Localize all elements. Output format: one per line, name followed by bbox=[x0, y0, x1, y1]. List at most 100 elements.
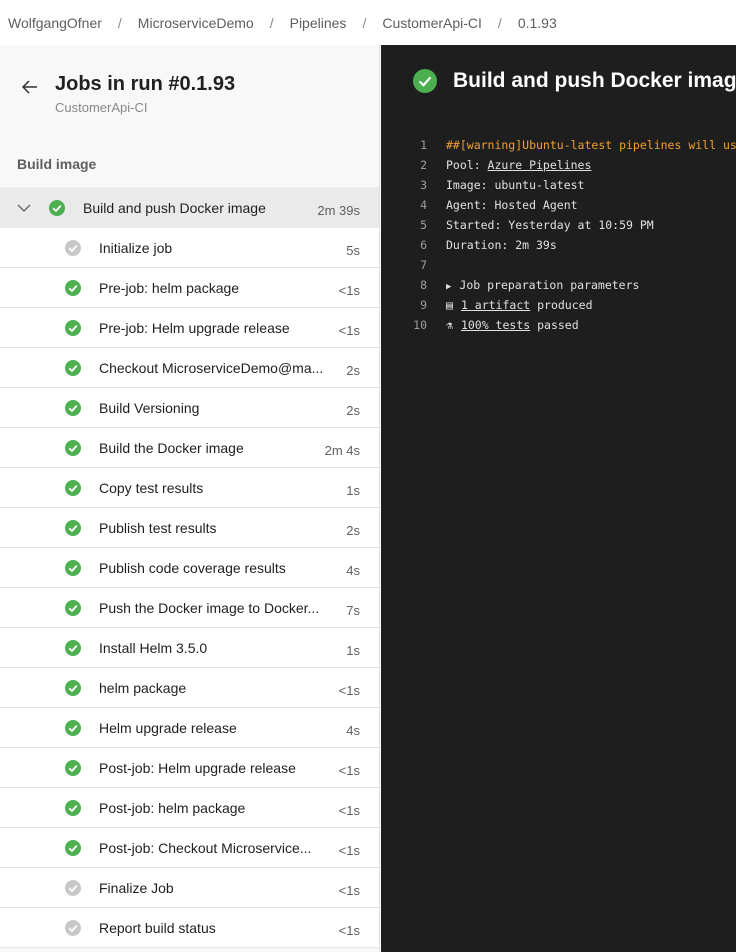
step-duration: 4s bbox=[346, 563, 360, 578]
step-row[interactable]: Post-job: Checkout Microservice... <1s bbox=[0, 828, 379, 868]
success-check-icon bbox=[65, 640, 81, 656]
success-check-icon bbox=[65, 400, 81, 416]
log-line-number: 6 bbox=[420, 238, 427, 252]
success-check-icon bbox=[65, 800, 81, 816]
success-check-icon bbox=[65, 320, 81, 336]
log-line: 2 Pool: Azure Pipelines bbox=[381, 155, 736, 175]
step-row[interactable]: Build Versioning 2s bbox=[0, 388, 379, 428]
step-row[interactable]: helm package <1s bbox=[0, 668, 379, 708]
step-row[interactable]: Install Helm 3.5.0 1s bbox=[0, 628, 379, 668]
step-name: Finalize Job bbox=[99, 880, 174, 896]
log-line-text: ⚗ 100% tests passed bbox=[446, 318, 579, 332]
step-row[interactable]: Initialize job 5s bbox=[0, 228, 379, 268]
step-duration: <1s bbox=[338, 923, 360, 938]
success-check-icon bbox=[65, 600, 81, 616]
step-row[interactable]: Post-job: helm package <1s bbox=[0, 788, 379, 828]
step-row[interactable]: Pre-job: helm package <1s bbox=[0, 268, 379, 308]
success-check-icon bbox=[65, 680, 81, 696]
job-name: Build and push Docker image bbox=[83, 200, 266, 216]
success-check-icon bbox=[65, 560, 81, 576]
step-name: Pre-job: Helm upgrade release bbox=[99, 320, 290, 336]
breadcrumb-separator: / bbox=[117, 14, 122, 31]
step-name: Publish test results bbox=[99, 520, 217, 536]
jobs-panel: Jobs in run #0.1.93 CustomerApi-CI Build… bbox=[0, 45, 380, 952]
skipped-check-icon bbox=[65, 880, 81, 896]
log-link[interactable]: Azure Pipelines bbox=[488, 158, 592, 172]
log-line-number: 3 bbox=[420, 178, 427, 192]
breadcrumb-run[interactable]: 0.1.93 bbox=[518, 15, 557, 31]
chevron-down-icon[interactable] bbox=[17, 201, 31, 215]
log-line: 6 Duration: 2m 39s bbox=[381, 235, 736, 255]
breadcrumb-pipelines[interactable]: Pipelines bbox=[290, 15, 347, 31]
step-row[interactable]: Publish test results 2s bbox=[0, 508, 379, 548]
step-row[interactable]: Post-job: Helm upgrade release <1s bbox=[0, 748, 379, 788]
success-check-icon bbox=[65, 840, 81, 856]
step-name: Helm upgrade release bbox=[99, 720, 237, 736]
step-duration: <1s bbox=[338, 803, 360, 818]
log-line-number: 7 bbox=[420, 258, 427, 272]
success-check-icon bbox=[65, 760, 81, 776]
back-arrow-icon[interactable] bbox=[20, 77, 40, 97]
success-check-icon bbox=[49, 200, 65, 216]
log-line-number: 5 bbox=[420, 218, 427, 232]
step-row[interactable]: Report build status <1s bbox=[0, 908, 379, 948]
step-name: helm package bbox=[99, 680, 187, 696]
log-line-number: 1 bbox=[420, 138, 427, 152]
page-subtitle: CustomerApi-CI bbox=[55, 100, 148, 115]
steps-list: Initialize job 5s Pre-job: helm package <1s… bbox=[0, 228, 379, 948]
log-link[interactable]: 1 artifact bbox=[461, 298, 530, 312]
log-line: 8 ▶ Job preparation parameters bbox=[381, 275, 736, 295]
step-name: Publish code coverage results bbox=[99, 560, 286, 576]
step-row[interactable]: Publish code coverage results 4s bbox=[0, 548, 379, 588]
breadcrumb-pipeline[interactable]: CustomerApi-CI bbox=[382, 15, 482, 31]
step-row[interactable]: Build the Docker image 2m 4s bbox=[0, 428, 379, 468]
log-output: 1 ##[warning]Ubuntu-latest pipelines will… bbox=[381, 135, 736, 335]
log-line-number: 9 bbox=[420, 298, 427, 312]
log-line-text: Pool: Azure Pipelines bbox=[446, 158, 592, 172]
step-row[interactable]: Checkout MicroserviceDemo@ma... 2s bbox=[0, 348, 379, 388]
step-row[interactable]: Copy test results 1s bbox=[0, 468, 379, 508]
log-line: 1 ##[warning]Ubuntu-latest pipelines will… bbox=[381, 135, 736, 155]
step-name: Copy test results bbox=[99, 480, 204, 496]
step-name: Initialize job bbox=[99, 240, 173, 256]
step-duration: <1s bbox=[338, 763, 360, 778]
log-line: 5 Started: Yesterday at 10:59 PM bbox=[381, 215, 736, 235]
expand-triangle-icon[interactable]: ▶ bbox=[446, 282, 451, 292]
step-duration: 1s bbox=[346, 643, 360, 658]
warning-text: ##[warning]Ubuntu-latest pipelines will … bbox=[446, 138, 736, 152]
log-line-text: Started: Yesterday at 10:59 PM bbox=[446, 218, 654, 232]
step-name: Report build status bbox=[99, 920, 216, 936]
log-title: Build and push Docker image bbox=[453, 69, 736, 92]
step-name: Post-job: helm package bbox=[99, 800, 246, 816]
log-line-number: 4 bbox=[420, 198, 427, 212]
breadcrumb-separator: / bbox=[269, 14, 274, 31]
success-check-icon bbox=[65, 360, 81, 376]
stage-label: Build image bbox=[17, 156, 97, 172]
breadcrumb: WolfgangOfner / MicroserviceDemo / Pipel… bbox=[0, 0, 736, 45]
log-line: 10 ⚗ 100% tests passed bbox=[381, 315, 736, 335]
breadcrumb-separator: / bbox=[497, 14, 502, 31]
step-name: Install Helm 3.5.0 bbox=[99, 640, 208, 656]
success-check-icon bbox=[65, 520, 81, 536]
success-check-icon bbox=[65, 720, 81, 736]
log-link[interactable]: 100% tests bbox=[461, 318, 530, 332]
step-duration: 5s bbox=[346, 243, 360, 258]
flask-icon: ⚗ bbox=[446, 318, 453, 332]
step-row[interactable]: Push the Docker image to Docker... 7s bbox=[0, 588, 379, 628]
step-row[interactable]: Pre-job: Helm upgrade release <1s bbox=[0, 308, 379, 348]
breadcrumb-project[interactable]: MicroserviceDemo bbox=[138, 15, 254, 31]
breadcrumb-org[interactable]: WolfgangOfner bbox=[8, 15, 102, 31]
step-row[interactable]: Finalize Job <1s bbox=[0, 868, 379, 908]
step-row[interactable]: Helm upgrade release 4s bbox=[0, 708, 379, 748]
step-duration: <1s bbox=[338, 683, 360, 698]
success-check-icon bbox=[65, 480, 81, 496]
step-duration: 4s bbox=[346, 723, 360, 738]
job-duration: 2m 39s bbox=[317, 203, 360, 218]
log-line-number: 10 bbox=[413, 318, 427, 332]
step-name: Build the Docker image bbox=[99, 440, 244, 456]
step-name: Post-job: Helm upgrade release bbox=[99, 760, 296, 776]
step-duration: <1s bbox=[338, 843, 360, 858]
job-row[interactable]: Build and push Docker image 2m 39s bbox=[0, 187, 379, 228]
step-duration: 2s bbox=[346, 523, 360, 538]
log-line-number: 2 bbox=[420, 158, 427, 172]
